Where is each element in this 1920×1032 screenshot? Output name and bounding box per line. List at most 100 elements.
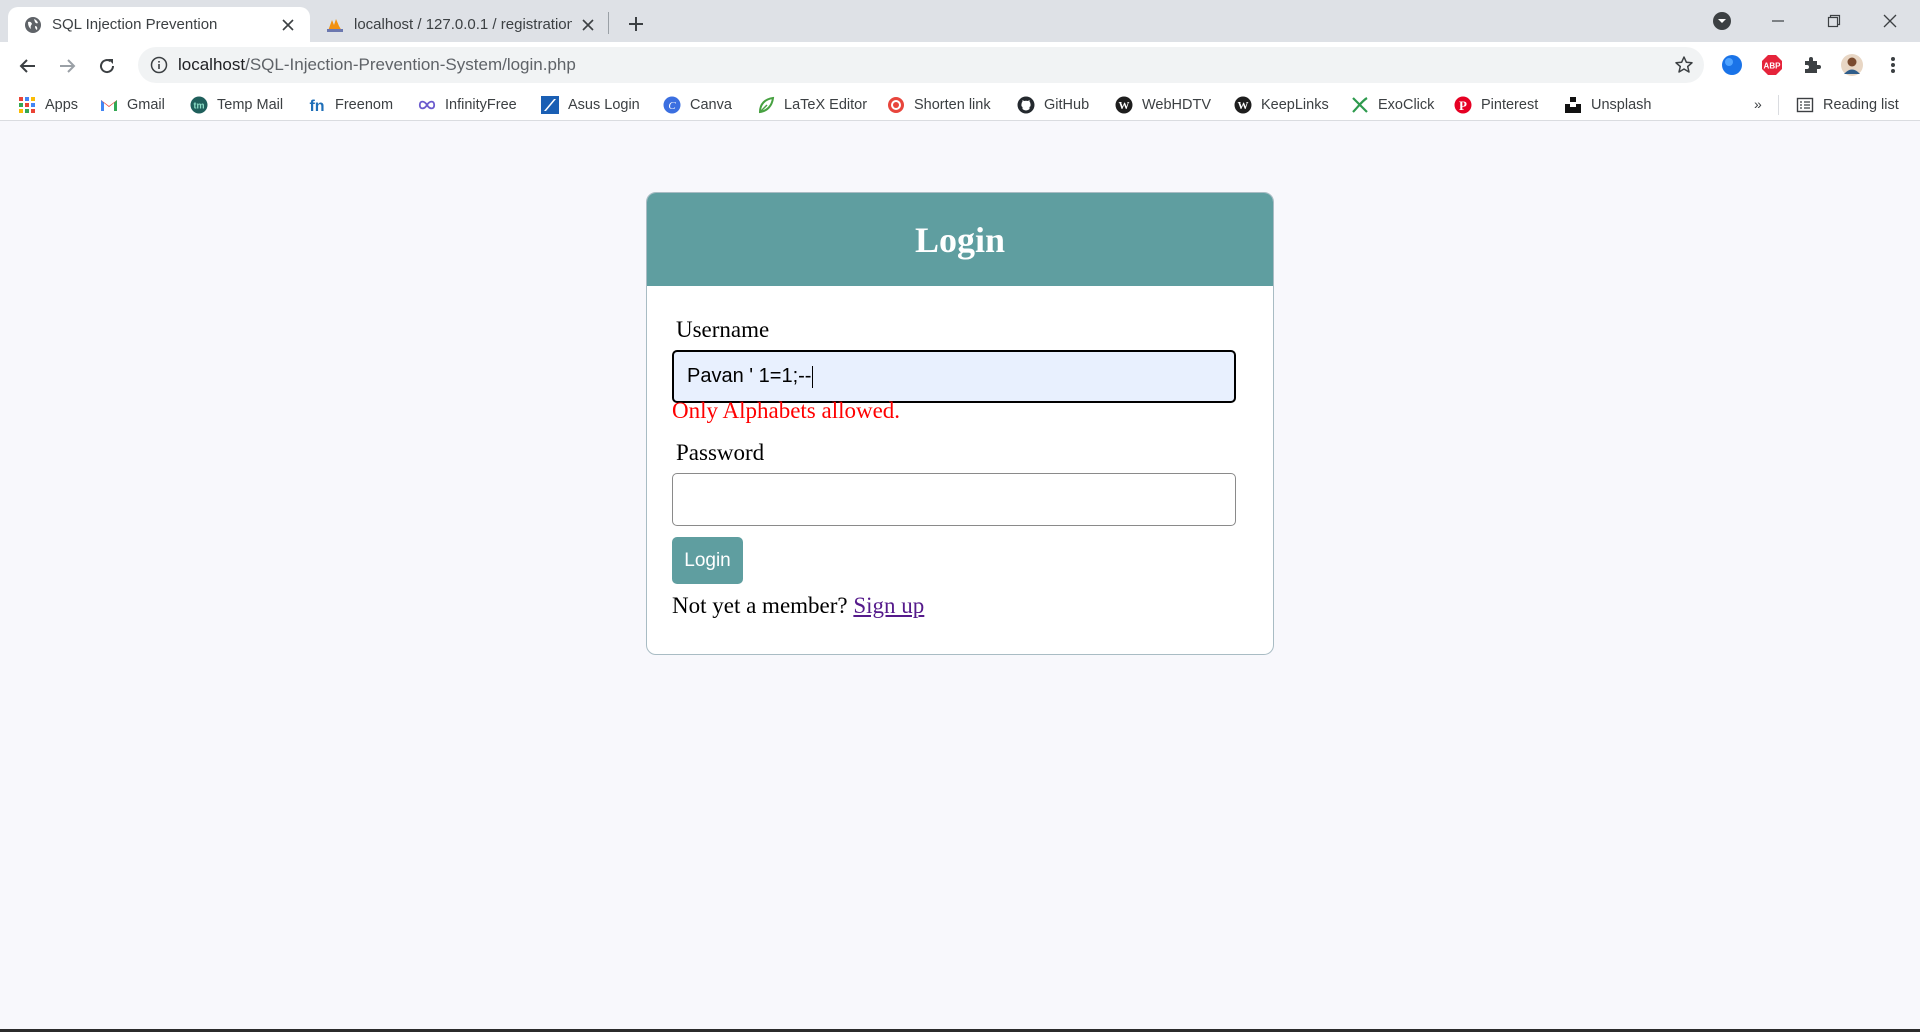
bookmarks-bar: Apps Gmail tm Temp Mail fn Freenom Infin… xyxy=(0,89,1920,121)
signup-prompt: Not yet a member? Sign up xyxy=(672,593,924,619)
bookmark-star-icon[interactable] xyxy=(1674,55,1694,75)
bookmark-apps[interactable]: Apps xyxy=(18,94,78,116)
adblock-plus-button[interactable]: ABP xyxy=(1759,52,1785,78)
new-tab-button[interactable] xyxy=(622,10,650,38)
wordpress-icon: W xyxy=(1115,96,1133,114)
login-title: Login xyxy=(914,219,1006,260)
profile-avatar-icon xyxy=(1841,54,1863,76)
tab-title: SQL Injection Prevention xyxy=(52,16,218,33)
login-card: Login Username Pavan ' 1=1;-- Only Alpha… xyxy=(646,192,1274,655)
exoclick-icon xyxy=(1351,96,1369,114)
pinterest-icon: P xyxy=(1454,96,1472,114)
username-label: Username xyxy=(676,317,770,342)
back-button[interactable] xyxy=(12,50,44,82)
svg-text:tm: tm xyxy=(194,101,205,111)
browser-toolbar: localhost/SQL-Injection-Prevention-Syste… xyxy=(0,42,1920,89)
browser-menu-button[interactable] xyxy=(1880,52,1906,78)
kebab-menu-icon xyxy=(1891,57,1895,73)
plus-icon xyxy=(629,17,643,31)
svg-text:C: C xyxy=(668,100,676,112)
restore-button[interactable] xyxy=(1806,0,1862,42)
username-value: Pavan ' 1=1;-- xyxy=(687,365,812,387)
close-tab-icon[interactable] xyxy=(278,15,298,35)
freenom-icon: fn xyxy=(308,96,326,114)
back-arrow-icon xyxy=(19,59,35,73)
bookmark-asus-login[interactable]: Asus Login xyxy=(541,94,640,116)
address-url: localhost/SQL-Injection-Prevention-Syste… xyxy=(178,55,576,75)
unsplash-icon xyxy=(1564,96,1582,114)
svg-text:P: P xyxy=(1459,98,1467,113)
bookmark-github[interactable]: GitHub xyxy=(1017,94,1089,116)
profile-avatar-button[interactable] xyxy=(1839,52,1865,78)
leaf-icon xyxy=(757,96,775,114)
bookmark-pinterest[interactable]: P Pinterest xyxy=(1454,94,1538,116)
bookmark-label: Shorten link xyxy=(914,97,991,113)
bookmark-unsplash[interactable]: Unsplash xyxy=(1564,94,1651,116)
login-button[interactable]: Login xyxy=(672,537,743,584)
apps-grid-icon xyxy=(18,96,36,114)
close-window-button[interactable] xyxy=(1862,0,1918,42)
bookmark-label: Canva xyxy=(690,97,732,113)
password-input[interactable] xyxy=(672,473,1236,526)
forward-arrow-icon xyxy=(60,59,76,73)
bookmark-latex-editor[interactable]: LaTeX Editor xyxy=(757,94,867,116)
bookmark-label: ExoClick xyxy=(1378,97,1435,113)
asus-icon xyxy=(541,96,559,114)
canva-icon: C xyxy=(663,96,681,114)
reading-list-button[interactable]: Reading list xyxy=(1796,94,1899,116)
bookmark-canva[interactable]: C Canva xyxy=(663,94,732,116)
bookmark-label: Gmail xyxy=(127,97,165,113)
tab-sql-injection[interactable]: SQL Injection Prevention xyxy=(8,7,310,42)
more-bookmarks-button[interactable]: » xyxy=(1754,96,1762,112)
tab-search-button[interactable] xyxy=(1694,0,1750,42)
info-icon[interactable] xyxy=(150,56,168,74)
svg-text:fn: fn xyxy=(309,98,324,114)
url-host: localhost xyxy=(178,55,246,74)
reading-list-label: Reading list xyxy=(1823,97,1899,113)
bookmark-gmail[interactable]: Gmail xyxy=(100,94,165,116)
gmail-icon xyxy=(100,96,118,114)
username-error-message: Only Alphabets allowed. xyxy=(672,398,901,423)
extension-edge-button[interactable] xyxy=(1719,52,1745,78)
address-bar[interactable]: localhost/SQL-Injection-Prevention-Syste… xyxy=(138,47,1704,83)
bookmark-infinityfree[interactable]: InfinityFree xyxy=(418,94,517,116)
minimize-icon xyxy=(1772,20,1784,22)
bookmark-freenom[interactable]: fn Freenom xyxy=(308,94,393,116)
bookmark-label: Unsplash xyxy=(1591,97,1652,113)
reload-icon xyxy=(100,59,115,74)
signup-link[interactable]: Sign up xyxy=(853,593,924,618)
close-tab-icon[interactable] xyxy=(578,15,598,35)
infinity-icon xyxy=(418,96,436,114)
bookmark-exoclick[interactable]: ExoClick xyxy=(1351,94,1434,116)
bookmark-shorten-link[interactable]: Shorten link xyxy=(887,94,991,116)
url-path: /SQL-Injection-Prevention-System/login.p… xyxy=(245,55,576,74)
bookmark-label: GitHub xyxy=(1044,97,1090,113)
bookmark-temp-mail[interactable]: tm Temp Mail xyxy=(190,94,283,116)
bookmark-keeplinks[interactable]: W KeepLinks xyxy=(1234,94,1329,116)
tab-strip: SQL Injection Prevention localhost / 127… xyxy=(0,0,1920,42)
tab-phpmyadmin[interactable]: localhost / 127.0.0.1 / registration xyxy=(310,7,610,42)
globe-icon xyxy=(25,16,41,33)
login-header: Login xyxy=(647,193,1273,286)
username-input[interactable]: Pavan ' 1=1;-- xyxy=(672,350,1236,403)
bookmark-label: KeepLinks xyxy=(1261,97,1329,113)
tab-separator xyxy=(608,12,609,34)
bookmark-webhdtv[interactable]: W WebHDTV xyxy=(1115,94,1211,116)
bookmark-label: WebHDTV xyxy=(1142,97,1212,113)
bookmark-label: Temp Mail xyxy=(217,97,284,113)
bookmark-label: InfinityFree xyxy=(445,97,517,113)
phpmyadmin-icon xyxy=(327,18,343,32)
extensions-button[interactable] xyxy=(1799,52,1825,78)
svg-text:ABP: ABP xyxy=(1764,62,1782,71)
reload-button[interactable] xyxy=(91,50,123,82)
adblock-plus-icon: ABP xyxy=(1762,55,1782,75)
target-icon xyxy=(887,96,905,114)
github-icon xyxy=(1017,96,1035,114)
minimize-button[interactable] xyxy=(1750,0,1806,42)
blue-globe-extension-icon xyxy=(1722,55,1742,75)
bookmark-label: Pinterest xyxy=(1481,97,1539,113)
bookmark-label: Freenom xyxy=(335,97,394,113)
forward-button[interactable] xyxy=(51,50,83,82)
bookmark-label: LaTeX Editor xyxy=(784,97,868,113)
reading-list-icon xyxy=(1796,96,1814,114)
